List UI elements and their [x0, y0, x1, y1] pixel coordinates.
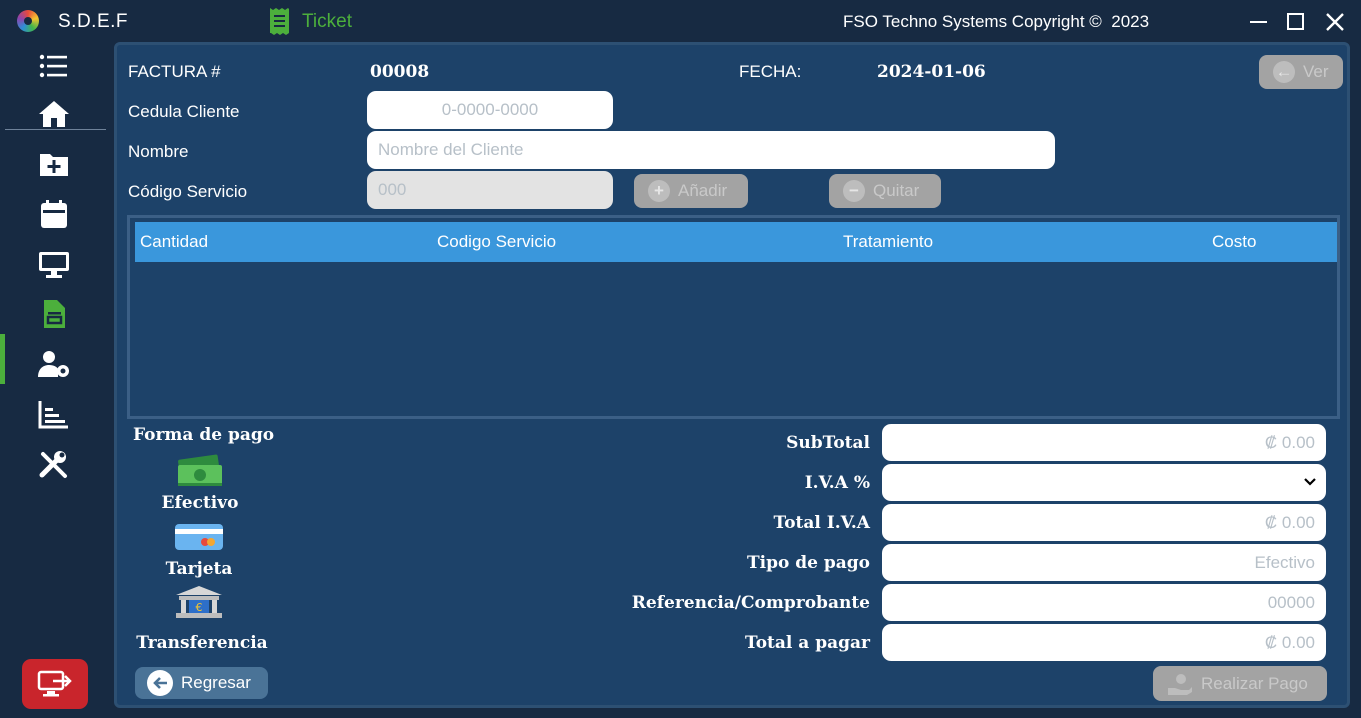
invoice-panel: FACTURA # 00008 FECHA: 2024-01-06 ← Ver …	[114, 42, 1350, 708]
app-title: S.D.E.F	[58, 11, 129, 32]
anadir-label: Añadir	[678, 181, 728, 200]
payment-transferencia[interactable]: Transferencia	[131, 633, 273, 653]
column-tratamiento[interactable]: Tratamiento	[843, 232, 933, 252]
column-costo[interactable]: Costo	[1212, 232, 1256, 252]
app-logo-icon	[17, 10, 39, 32]
menu-button[interactable]	[0, 44, 110, 88]
sidebar-item-reports[interactable]	[0, 392, 110, 436]
table-header: Cantidad Codigo Servicio Tratamiento Cos…	[135, 222, 1337, 262]
bank-icon[interactable]: €	[174, 585, 224, 619]
nombre-input[interactable]	[367, 131, 1055, 169]
subtotal-label: SubTotal	[786, 433, 870, 453]
tipo-pago-field[interactable]	[882, 544, 1326, 581]
close-icon[interactable]	[1323, 10, 1347, 34]
fecha-value: 2024-01-06	[877, 62, 986, 82]
folder-add-icon	[40, 154, 68, 176]
sidebar-item-new[interactable]	[0, 142, 110, 186]
regresar-label: Regresar	[181, 673, 251, 692]
regresar-button[interactable]: Regresar	[135, 667, 268, 699]
total-iva-field[interactable]	[882, 504, 1326, 541]
arrow-left-icon: ←	[1273, 61, 1295, 83]
ticket-icon	[270, 8, 289, 35]
quitar-label: Quitar	[873, 181, 920, 200]
realizar-pago-label: Realizar Pago	[1201, 673, 1308, 693]
sidebar	[0, 44, 110, 718]
sidebar-item-users[interactable]	[0, 342, 110, 386]
minus-icon: −	[843, 180, 865, 202]
tools-icon	[39, 451, 67, 478]
sidebar-item-invoice[interactable]	[0, 292, 110, 336]
logout-button[interactable]	[22, 659, 88, 709]
fecha-label: FECHA:	[739, 62, 802, 81]
logout-icon	[37, 670, 72, 697]
user-settings-icon	[38, 351, 69, 377]
iva-select[interactable]	[882, 464, 1326, 501]
chevron-down-icon	[1304, 478, 1316, 486]
tipo-pago-label: Tipo de pago	[746, 553, 870, 573]
cedula-label: Cedula Cliente	[128, 102, 240, 121]
factura-label: FACTURA #	[128, 62, 221, 81]
subtotal-field[interactable]	[882, 424, 1326, 461]
maximize-icon[interactable]	[1284, 10, 1308, 34]
sidebar-item-home[interactable]	[0, 92, 110, 136]
svg-text:€: €	[196, 601, 203, 614]
services-table[interactable]: Cantidad Codigo Servicio Tratamiento Cos…	[127, 215, 1340, 419]
referencia-field[interactable]	[882, 584, 1326, 621]
anadir-button[interactable]: + Añadir	[634, 174, 748, 208]
module-title: Ticket	[302, 11, 352, 32]
payment-hand-icon	[1168, 673, 1192, 695]
column-codigo[interactable]: Codigo Servicio	[437, 232, 556, 252]
codigo-input[interactable]	[367, 171, 613, 209]
quitar-button[interactable]: − Quitar	[829, 174, 941, 208]
document-icon	[44, 300, 65, 328]
payment-title: Forma de pago	[133, 425, 275, 445]
calendar-icon	[41, 200, 67, 228]
iva-label: I.V.A %	[804, 473, 870, 493]
factura-number: 00008	[370, 62, 430, 82]
cash-icon[interactable]	[175, 453, 225, 489]
referencia-label: Referencia/Comprobante	[631, 593, 870, 613]
menu-icon	[39, 54, 67, 78]
card-icon[interactable]	[174, 523, 224, 551]
ver-button-label: Ver	[1303, 62, 1329, 81]
copyright-text: FSO Techno Systems Copyright © 2023	[843, 12, 1150, 31]
sidebar-item-monitor[interactable]	[0, 242, 110, 286]
chart-icon	[38, 401, 68, 429]
home-icon	[39, 101, 69, 127]
payment-tarjeta[interactable]: Tarjeta	[147, 559, 251, 579]
realizar-pago-button[interactable]: Realizar Pago	[1153, 666, 1327, 701]
plus-icon: +	[648, 180, 670, 202]
title-bar: S.D.E.F Ticket FSO Techno Systems Copyri…	[0, 0, 1361, 44]
monitor-icon	[39, 252, 69, 278]
codigo-label: Código Servicio	[128, 182, 248, 201]
payment-efectivo[interactable]: Efectivo	[147, 493, 253, 513]
sidebar-item-calendar[interactable]	[0, 192, 110, 236]
cedula-input[interactable]	[367, 91, 613, 129]
total-iva-label: Total I.V.A	[773, 513, 870, 533]
ver-button[interactable]: ← Ver	[1259, 55, 1343, 89]
minimize-icon[interactable]	[1247, 10, 1271, 34]
arrow-left-icon	[147, 670, 173, 696]
nombre-label: Nombre	[128, 142, 189, 161]
column-cantidad[interactable]: Cantidad	[140, 232, 208, 252]
sidebar-item-tools[interactable]	[0, 442, 110, 486]
total-pagar-label: Total a pagar	[745, 633, 870, 653]
total-pagar-field[interactable]	[882, 624, 1326, 661]
